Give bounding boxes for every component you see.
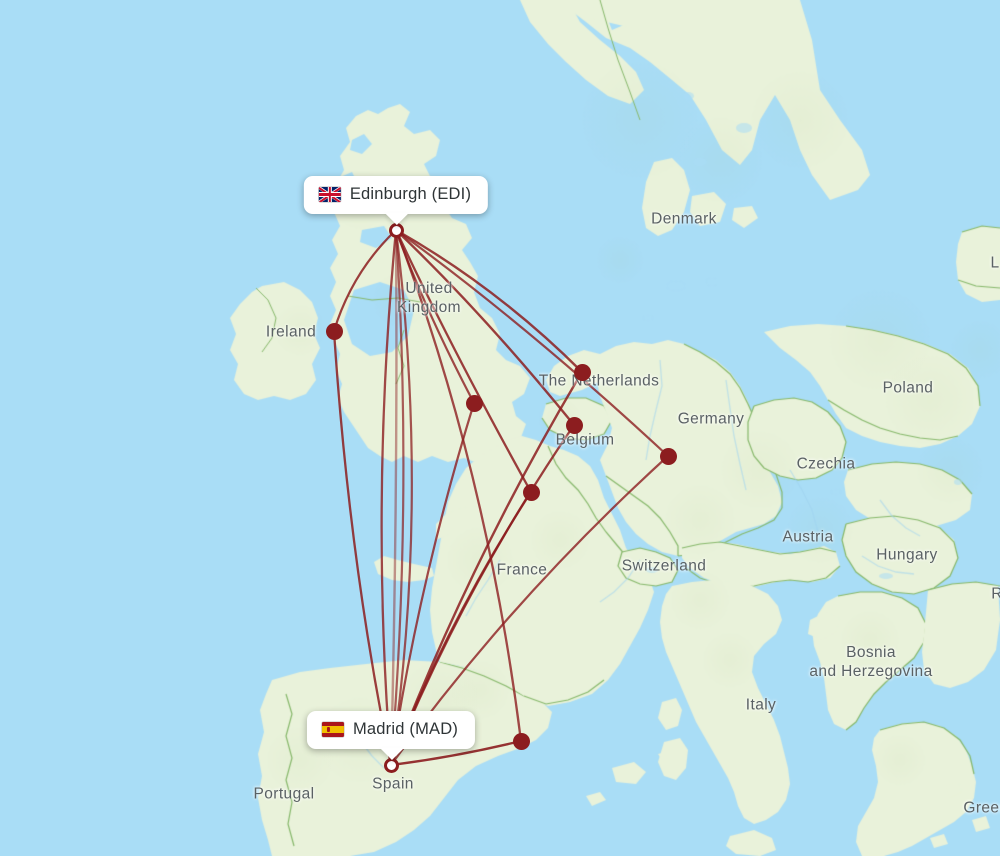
- dest-brussels-marker[interactable]: [565, 416, 583, 434]
- gb-flag-icon: [318, 187, 341, 202]
- dest-birmingham-marker[interactable]: [465, 394, 483, 412]
- dest-dublin-marker[interactable]: [325, 322, 343, 340]
- dest-frankfurt-marker[interactable]: [659, 447, 677, 465]
- airport-tooltip-madrid[interactable]: Madrid (MAD): [306, 711, 476, 749]
- dest-barcelona-marker[interactable]: [512, 732, 530, 750]
- map-basemap-canvas: [0, 0, 1000, 856]
- dest-paris-marker[interactable]: [522, 483, 540, 501]
- airport-tooltip-edinburgh[interactable]: Edinburgh (EDI): [303, 176, 489, 214]
- dest-amsterdam-marker[interactable]: [573, 363, 591, 381]
- airport-label-madrid: Madrid (MAD): [352, 720, 459, 738]
- es-flag-icon: [321, 722, 344, 737]
- airport-label-edinburgh: Edinburgh (EDI): [349, 185, 472, 203]
- flight-route-map[interactable]: Denmark United Kingdom Ireland The Netherla…: [0, 0, 1000, 856]
